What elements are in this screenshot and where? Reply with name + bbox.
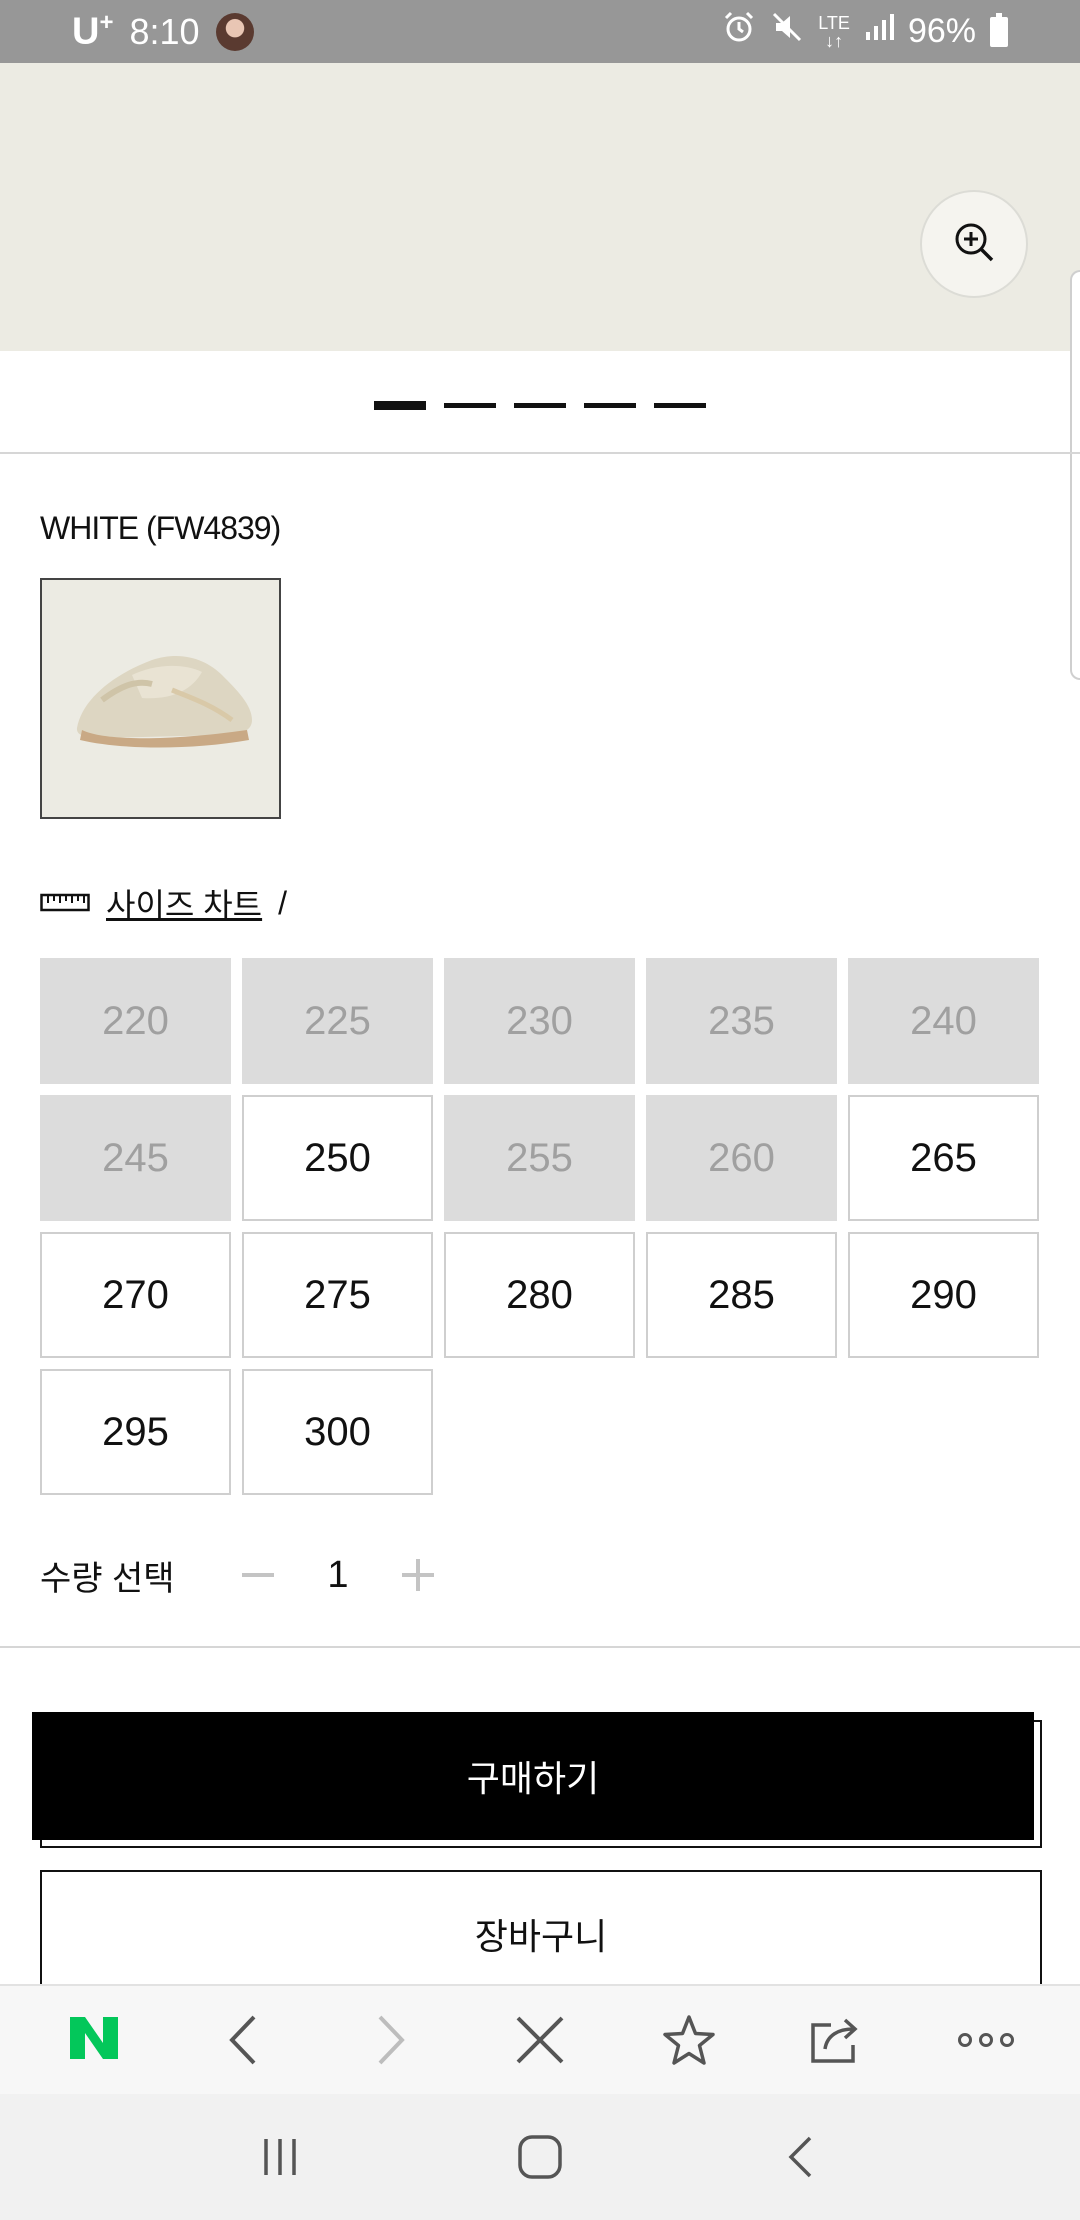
- signal-icon: [864, 12, 894, 51]
- pager-dot[interactable]: [444, 402, 496, 408]
- cart-button[interactable]: 장바구니: [40, 1870, 1042, 1998]
- browser-toolbar: [0, 1984, 1080, 2094]
- share-button[interactable]: [787, 2000, 887, 2080]
- size-chart-separator: /: [278, 884, 287, 921]
- pager-dot[interactable]: [654, 402, 706, 408]
- back-icon: [788, 2136, 812, 2178]
- profile-avatar-icon: [215, 12, 254, 51]
- lte-indicator: LTE ↓↑: [818, 12, 850, 51]
- size-option-265[interactable]: 265: [848, 1095, 1039, 1221]
- size-option-255[interactable]: 255: [444, 1095, 635, 1221]
- color-label: WHITE (FW4839): [40, 510, 281, 546]
- close-icon: [516, 2016, 564, 2064]
- alarm-icon: [722, 10, 756, 53]
- status-left: U+ 8:10: [72, 9, 254, 54]
- size-option-245[interactable]: 245: [40, 1095, 231, 1221]
- size-option-230[interactable]: 230: [444, 958, 635, 1084]
- color-swatch-white[interactable]: [40, 578, 281, 819]
- zoom-in-icon: [952, 220, 996, 269]
- browser-forward-button[interactable]: [341, 2000, 441, 2080]
- size-chart-row: 사이즈 차트 /: [40, 880, 287, 926]
- side-panel-handle[interactable]: [1070, 270, 1080, 680]
- quantity-value[interactable]: 1: [288, 1554, 388, 1597]
- more-icon: [957, 2033, 1014, 2047]
- pager-dot[interactable]: [514, 402, 566, 408]
- divider: [0, 452, 1080, 454]
- pager-dot[interactable]: [584, 402, 636, 408]
- home-button[interactable]: [490, 2117, 590, 2197]
- status-right: LTE ↓↑ 96%: [722, 10, 1008, 53]
- status-time: 8:10: [129, 10, 200, 52]
- system-navigation-bar: [0, 2094, 1080, 2220]
- carrier-label: U+: [72, 9, 114, 53]
- size-option-295[interactable]: 295: [40, 1369, 231, 1495]
- mute-icon: [770, 10, 804, 53]
- size-option-235[interactable]: 235: [646, 958, 837, 1084]
- recent-apps-icon: [264, 2139, 296, 2175]
- home-icon: [518, 2135, 562, 2179]
- browser-close-button[interactable]: [490, 2000, 590, 2080]
- bookmark-button[interactable]: [639, 2000, 739, 2080]
- quantity-label: 수량 선택: [40, 1559, 175, 1598]
- size-option-220[interactable]: 220: [40, 958, 231, 1084]
- image-pager: [0, 395, 1080, 415]
- size-option-300[interactable]: 300: [242, 1369, 433, 1495]
- size-option-225[interactable]: 225: [242, 958, 433, 1084]
- minus-icon: [242, 1573, 274, 1577]
- size-grid: 220 225 230 235 240 245 250 255 260 265 …: [40, 958, 1042, 1495]
- size-option-260[interactable]: 260: [646, 1095, 837, 1221]
- size-option-250[interactable]: 250: [242, 1095, 433, 1221]
- size-option-240[interactable]: 240: [848, 958, 1039, 1084]
- naver-logo-icon: [68, 2015, 120, 2066]
- size-chart-link[interactable]: 사이즈 차트: [106, 880, 262, 926]
- share-icon: [811, 2018, 858, 2063]
- size-option-290[interactable]: 290: [848, 1232, 1039, 1358]
- quantity-increase-button[interactable]: [388, 1545, 448, 1605]
- pager-dot[interactable]: [374, 400, 426, 410]
- size-option-275[interactable]: 275: [242, 1232, 433, 1358]
- recent-apps-button[interactable]: [230, 2117, 330, 2197]
- battery-percent: 96%: [907, 12, 976, 50]
- zoom-button[interactable]: [920, 190, 1028, 298]
- ruler-icon: [40, 885, 90, 922]
- star-icon: [662, 2015, 715, 2065]
- battery-icon: [990, 12, 1008, 47]
- status-bar: U+ 8:10 LTE ↓↑ 96%: [0, 0, 1080, 63]
- naver-home-button[interactable]: [44, 2000, 144, 2080]
- back-arrow-icon: [229, 2015, 256, 2065]
- plus-icon: [402, 1559, 434, 1591]
- size-option-280[interactable]: 280: [444, 1232, 635, 1358]
- forward-arrow-icon: [378, 2015, 406, 2065]
- shoe-thumbnail: [42, 580, 279, 817]
- system-back-button[interactable]: [750, 2117, 850, 2197]
- buy-button[interactable]: 구매하기: [32, 1712, 1034, 1840]
- size-option-270[interactable]: 270: [40, 1232, 231, 1358]
- browser-back-button[interactable]: [193, 2000, 293, 2080]
- product-hero-image[interactable]: [0, 63, 1080, 351]
- quantity-decrease-button[interactable]: [228, 1545, 288, 1605]
- more-menu-button[interactable]: [936, 2000, 1036, 2080]
- divider: [0, 1646, 1080, 1648]
- quantity-stepper: 수량 선택 1: [40, 1545, 448, 1605]
- size-option-285[interactable]: 285: [646, 1232, 837, 1358]
